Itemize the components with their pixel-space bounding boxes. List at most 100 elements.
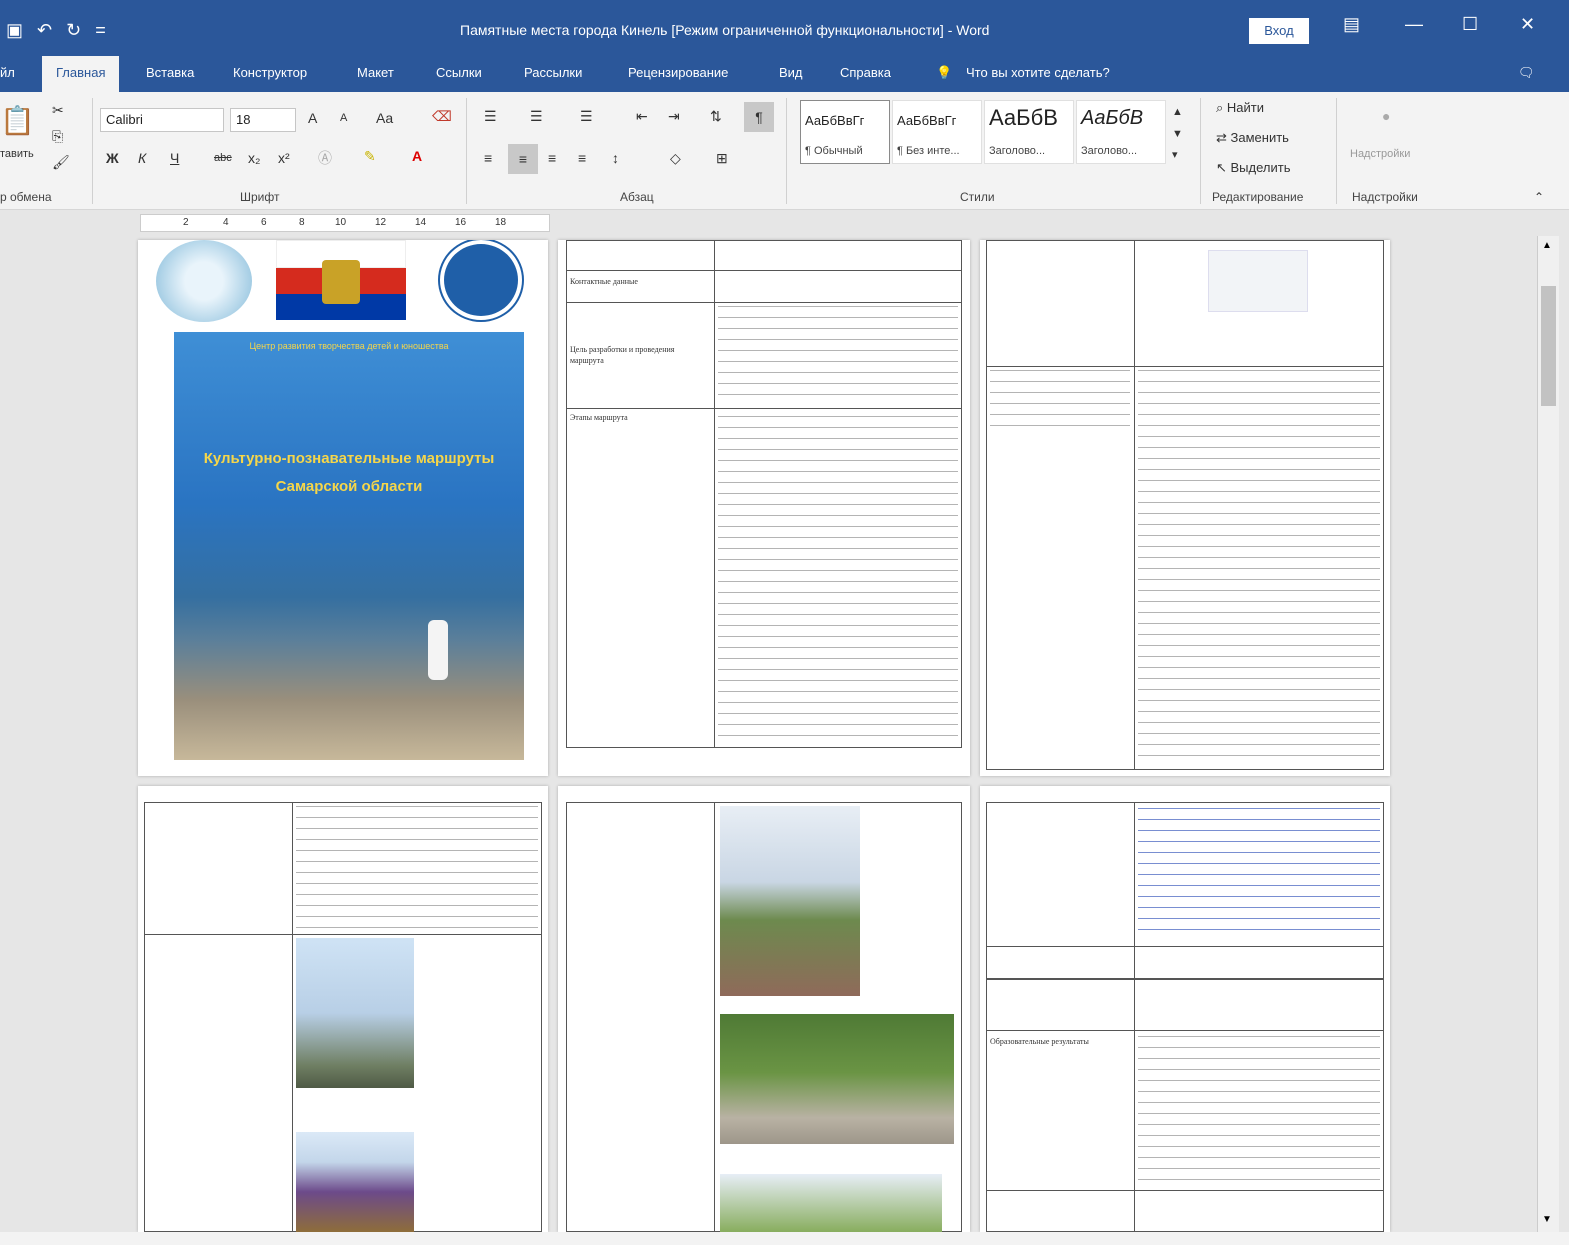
- addins-button[interactable]: Надстройки: [1350, 148, 1410, 160]
- page-4[interactable]: [138, 786, 548, 1232]
- tab-design[interactable]: Конструктор: [233, 65, 307, 80]
- scroll-up-icon[interactable]: ▲: [1542, 240, 1552, 251]
- align-left-icon[interactable]: ≡: [484, 150, 492, 166]
- superscript-button[interactable]: x²: [278, 150, 290, 166]
- styles-scroll-up-icon[interactable]: ▲: [1172, 106, 1183, 118]
- justify-icon[interactable]: ≡: [578, 150, 586, 166]
- signin-button[interactable]: Вход: [1249, 18, 1309, 44]
- clear-format-icon[interactable]: ⌫: [432, 108, 452, 125]
- underline-button[interactable]: Ч: [170, 150, 179, 166]
- row-label: Контактные данные: [570, 277, 638, 286]
- cut-icon[interactable]: ✂: [52, 102, 64, 119]
- tab-layout[interactable]: Макет: [357, 65, 394, 80]
- vertical-scrollbar[interactable]: ▲ ▼: [1537, 236, 1559, 1232]
- text-effects-icon[interactable]: Ⓐ: [318, 148, 332, 168]
- save-icon[interactable]: ▣: [6, 20, 37, 40]
- minimize-icon[interactable]: —: [1405, 14, 1423, 35]
- logo-image: [156, 240, 252, 322]
- increase-indent-icon[interactable]: ⇥: [668, 108, 680, 125]
- show-marks-button[interactable]: ¶: [744, 102, 774, 132]
- replace-button[interactable]: ⇄ Заменить: [1216, 130, 1289, 146]
- tab-help[interactable]: Справка: [840, 65, 891, 80]
- select-button[interactable]: ↖ Выделить: [1216, 160, 1291, 176]
- row-label: Этапы маршрута: [570, 413, 628, 422]
- line-spacing-icon[interactable]: ↕: [612, 150, 619, 166]
- paste-label[interactable]: тавить: [0, 148, 34, 160]
- page-3[interactable]: [980, 240, 1390, 776]
- font-name-field[interactable]: Calibri: [100, 108, 224, 132]
- tab-references[interactable]: Ссылки: [436, 65, 482, 80]
- goat-statue-image: [428, 620, 448, 680]
- tab-insert[interactable]: Вставка: [146, 65, 194, 80]
- styles-scroll-down-icon[interactable]: ▼: [1172, 128, 1183, 140]
- tab-view[interactable]: Вид: [779, 65, 803, 80]
- style-normal[interactable]: АаБбВвГг ¶ Обычный: [800, 100, 890, 164]
- customize-icon[interactable]: =: [95, 20, 120, 40]
- undo-icon[interactable]: ↶: [37, 20, 66, 40]
- links-block[interactable]: [1138, 808, 1380, 938]
- quick-access-toolbar[interactable]: ▣↶↻=: [6, 20, 120, 41]
- tell-me-input[interactable]: Что вы хотите сделать?: [966, 65, 1110, 80]
- grow-font-button[interactable]: A: [308, 110, 317, 126]
- addins-icon[interactable]: ●: [1382, 108, 1390, 124]
- emblem-logo: [440, 240, 522, 320]
- ribbon-display-icon[interactable]: ▤: [1343, 14, 1360, 35]
- close-icon[interactable]: ✕: [1520, 14, 1535, 35]
- style-heading-2[interactable]: АаБбВ Заголово...: [1076, 100, 1166, 164]
- align-center-icon[interactable]: ≡: [508, 144, 538, 174]
- page-5[interactable]: [558, 786, 970, 1232]
- font-size-field[interactable]: 18: [230, 108, 296, 132]
- multilevel-list-icon[interactable]: ☰: [580, 108, 593, 125]
- change-case-button[interactable]: Aa: [376, 110, 393, 126]
- table-divider: [986, 946, 1384, 947]
- shading-icon[interactable]: ◇: [670, 150, 681, 167]
- page-6[interactable]: Образовательные результаты: [980, 786, 1390, 1232]
- redo-icon[interactable]: ↻: [66, 20, 95, 40]
- collapse-ribbon-icon[interactable]: ⌃: [1534, 190, 1544, 204]
- clipboard-group-label: р обмена: [0, 190, 52, 204]
- italic-button[interactable]: К: [138, 150, 146, 166]
- maximize-icon[interactable]: ☐: [1462, 14, 1478, 35]
- cover-org: Центр развития творчества детей и юношес…: [249, 341, 449, 351]
- table-divider: [714, 240, 715, 748]
- style-heading-1[interactable]: АаБбВ Заголово...: [984, 100, 1074, 164]
- find-button[interactable]: ⌕ Найти: [1216, 100, 1264, 116]
- highlight-icon[interactable]: ✎: [364, 148, 376, 165]
- shrink-font-button[interactable]: A: [340, 112, 347, 124]
- ruler-tick: 12: [375, 217, 387, 228]
- addins-group-label: Надстройки: [1352, 190, 1418, 204]
- route-label-block: [990, 370, 1130, 426]
- styles-more-icon[interactable]: ▾: [1172, 148, 1178, 161]
- borders-icon[interactable]: ⊞: [716, 150, 728, 167]
- tab-home[interactable]: Главная: [42, 56, 120, 92]
- page-cover[interactable]: Центр развития творчества детей и юношес…: [138, 240, 548, 776]
- style-sample: АаБбВвГг: [805, 113, 865, 128]
- tank-photo: [720, 1014, 954, 1144]
- horizontal-ruler[interactable]: 2 4 6 8 10 12 14 16 18: [140, 214, 550, 232]
- format-painter-icon[interactable]: 🖌: [52, 154, 70, 171]
- scroll-thumb[interactable]: [1541, 286, 1556, 406]
- scroll-down-icon[interactable]: ▼: [1542, 1214, 1552, 1225]
- table-divider: [1134, 802, 1135, 1232]
- strikethrough-button[interactable]: abc: [214, 152, 232, 164]
- style-no-spacing[interactable]: АаБбВвГг ¶ Без инте...: [892, 100, 982, 164]
- decrease-indent-icon[interactable]: ⇤: [636, 108, 648, 125]
- numbering-icon[interactable]: ☰: [530, 108, 543, 125]
- tab-review[interactable]: Рецензирование: [628, 65, 728, 80]
- comments-icon[interactable]: 🗨: [1518, 65, 1535, 81]
- bullets-icon[interactable]: ☰: [484, 108, 497, 125]
- paragraph-group-label: Абзац: [620, 190, 654, 204]
- sort-icon[interactable]: ⇅: [710, 108, 722, 125]
- page-2[interactable]: Контактные данные Цель разработки и пров…: [558, 240, 970, 776]
- paste-icon[interactable]: 📋: [0, 104, 35, 137]
- subscript-button[interactable]: x₂: [248, 150, 260, 166]
- separator: [92, 98, 93, 204]
- row-label: Образовательные результаты: [990, 1037, 1089, 1046]
- tab-mailings[interactable]: Рассылки: [524, 65, 582, 80]
- font-color-icon[interactable]: A: [412, 148, 422, 164]
- tab-file[interactable]: йл: [0, 65, 15, 80]
- search-icon: ⌕: [1216, 100, 1227, 115]
- align-right-icon[interactable]: ≡: [548, 150, 556, 166]
- bold-button[interactable]: Ж: [106, 150, 119, 166]
- copy-icon[interactable]: ⎘: [52, 128, 63, 145]
